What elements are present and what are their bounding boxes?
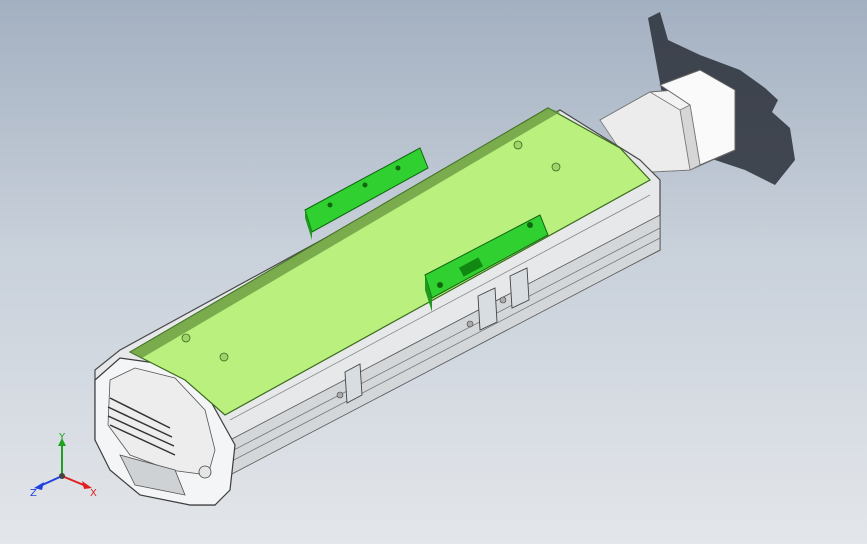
cover-hole — [219, 352, 229, 362]
cover-hole — [513, 140, 523, 150]
cover-hole — [551, 162, 561, 172]
axis-x-label: X — [90, 488, 97, 499]
coordinate-triad: Y X Z — [30, 432, 97, 499]
axis-z-label: Z — [30, 488, 37, 499]
cover-hole — [181, 333, 191, 343]
3d-viewport[interactable]: Y X Z — [0, 0, 867, 544]
linear-actuator-model[interactable] — [0, 0, 867, 544]
axis-y-label: Y — [58, 432, 66, 443]
